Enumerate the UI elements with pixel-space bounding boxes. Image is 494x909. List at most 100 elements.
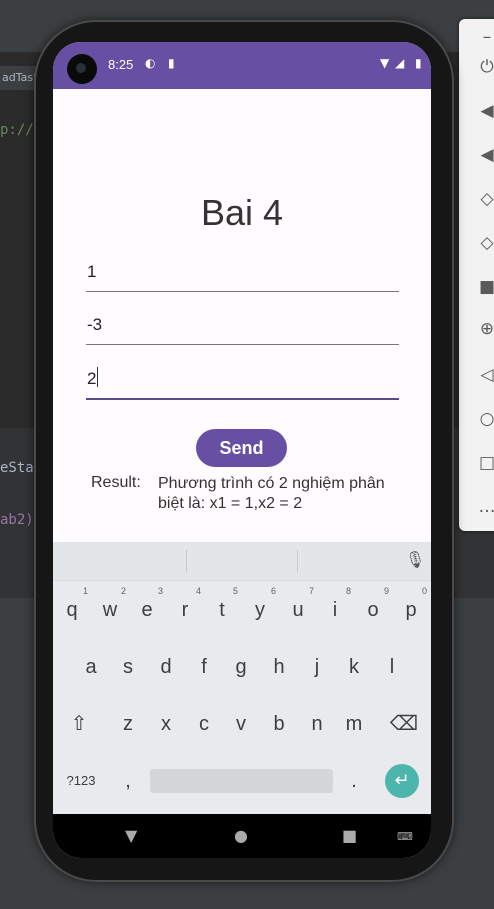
coefficient-c-value: 2 [87, 369, 97, 388]
key-label: t [219, 599, 225, 621]
key-c[interactable]: c [186, 702, 222, 746]
key-label: z [123, 713, 133, 735]
volume-up-icon[interactable]: ◀ [477, 101, 494, 121]
key-f[interactable]: f [186, 645, 222, 689]
text-cursor [97, 367, 99, 387]
status-bar: 8:25 ◐ ▮ ▼ ◢ ▮ [53, 42, 431, 89]
key-y[interactable]: y6 [242, 586, 278, 632]
key-label: l [389, 656, 395, 678]
key-i[interactable]: i8 [317, 586, 353, 632]
key-label: p [405, 599, 417, 621]
key-label: k [349, 656, 359, 678]
key-j[interactable]: j [299, 645, 335, 689]
result-label: Result: [91, 474, 141, 491]
backspace-key[interactable]: ⌫ [386, 702, 422, 746]
key-label: v [236, 713, 246, 735]
key-label: q [66, 599, 78, 621]
key-hint: 1 [82, 586, 88, 596]
key-v[interactable]: v [223, 702, 259, 746]
nav-home-icon[interactable]: ● [234, 826, 248, 845]
rotate-left-icon[interactable]: ◇ [477, 189, 494, 209]
key-m[interactable]: m [336, 702, 372, 746]
status-time: 8:25 [108, 57, 134, 72]
key-label: w [102, 599, 118, 621]
key-s[interactable]: s [110, 645, 146, 689]
key-t[interactable]: t5 [204, 586, 240, 632]
key-w[interactable]: w2 [92, 586, 128, 632]
key-n[interactable]: n [299, 702, 335, 746]
key-label: f [201, 656, 207, 678]
comma-key[interactable]: , [110, 759, 146, 803]
symbols-key[interactable]: ?123 [63, 759, 99, 803]
coefficient-b-value: -3 [87, 315, 103, 334]
space-key[interactable] [150, 769, 333, 793]
key-b[interactable]: b [261, 702, 297, 746]
ide-code-line: p:// [0, 122, 34, 138]
battery-icon: ▮ [415, 56, 422, 70]
key-r[interactable]: r4 [167, 586, 203, 632]
backspace-icon: ⌫ [389, 713, 419, 735]
coefficient-a-input[interactable]: 1 [86, 257, 399, 292]
front-camera-icon [67, 54, 97, 84]
close-icon[interactable]: – [477, 27, 494, 47]
key-label: h [273, 656, 285, 678]
coefficient-b-input[interactable]: -3 [86, 310, 399, 345]
key-hint: 4 [195, 586, 201, 596]
key-z[interactable]: z [110, 702, 146, 746]
microphone-icon[interactable]: 🎙 [405, 550, 425, 569]
key-label: b [273, 713, 285, 735]
more-icon[interactable]: … [477, 497, 494, 517]
suggestion-strip: 🎙 [53, 542, 431, 581]
key-h[interactable]: h [261, 645, 297, 689]
shift-key[interactable]: ⇧ [61, 702, 97, 746]
volume-down-icon[interactable]: ◀ [477, 145, 494, 165]
home-icon[interactable]: ○ [477, 409, 494, 429]
key-label: u [292, 599, 304, 621]
key-hint: 2 [120, 586, 126, 596]
back-icon[interactable]: ◁ [477, 365, 494, 385]
emulator-toolbar: – ⏻ ◀ ◀ ◇ ◇ ■ ⊕ ◁ ○ □ … [459, 19, 494, 531]
key-label: d [160, 656, 172, 678]
data-saver-icon: ◐ [145, 56, 156, 70]
key-label: i [332, 599, 338, 621]
key-label: o [367, 599, 379, 621]
key-k[interactable]: k [336, 645, 372, 689]
key-label: s [123, 656, 133, 678]
power-icon[interactable]: ⏻ [477, 57, 494, 77]
send-button[interactable]: Send [196, 429, 287, 467]
key-u[interactable]: u7 [280, 586, 316, 632]
key-label: n [311, 713, 323, 735]
key-label: x [161, 713, 171, 735]
nav-recents-icon[interactable]: ■ [342, 826, 357, 845]
key-d[interactable]: d [148, 645, 184, 689]
key-e[interactable]: e3 [129, 586, 165, 632]
key-x[interactable]: x [148, 702, 184, 746]
enter-icon: ↵ [394, 770, 410, 791]
suggestion-divider [186, 550, 187, 572]
coefficient-a-value: 1 [87, 262, 97, 281]
coefficient-c-input[interactable]: 2 [86, 364, 399, 400]
key-hint: 0 [421, 586, 427, 596]
key-hint: 9 [383, 586, 389, 596]
key-label: g [235, 656, 247, 678]
key-hint: 7 [308, 586, 314, 596]
key-a[interactable]: a [73, 645, 109, 689]
keyboard-switch-icon[interactable]: ⌨ [397, 830, 413, 843]
nav-back-icon[interactable]: ▼ [125, 826, 137, 845]
camera-icon[interactable]: ■ [477, 277, 494, 297]
key-p[interactable]: p0 [393, 586, 429, 632]
zoom-icon[interactable]: ⊕ [477, 319, 494, 339]
rotate-right-icon[interactable]: ◇ [477, 233, 494, 253]
key-label: r [181, 599, 189, 621]
key-label: m [345, 713, 363, 735]
key-l[interactable]: l [374, 645, 410, 689]
shift-icon: ⇧ [70, 713, 88, 735]
result-text: Phương trình có 2 nghiệm phân biệt là: x… [158, 475, 385, 512]
key-q[interactable]: q1 [54, 586, 90, 632]
enter-key[interactable]: ↵ [385, 764, 419, 798]
key-g[interactable]: g [223, 645, 259, 689]
key-o[interactable]: o9 [355, 586, 391, 632]
overview-icon[interactable]: □ [477, 453, 494, 473]
period-key[interactable]: . [336, 759, 372, 803]
key-label: c [199, 713, 209, 735]
